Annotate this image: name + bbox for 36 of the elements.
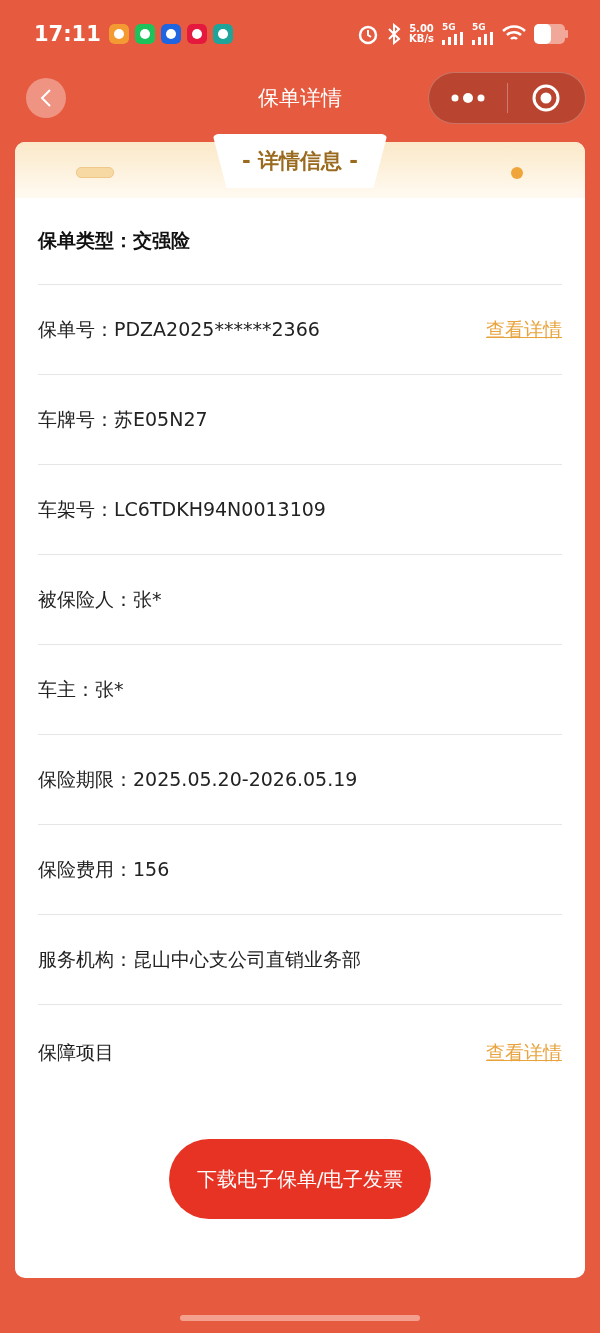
detail-text: 车主：张*	[38, 676, 124, 702]
back-button[interactable]	[26, 78, 66, 118]
battery-icon	[534, 24, 568, 44]
policy-type: 保单类型：交强险	[38, 228, 190, 253]
app-notification-icon	[134, 24, 155, 44]
network-speed: 5.00	[409, 24, 434, 34]
banner-title: - 详情信息 -	[241, 148, 359, 175]
detail-text: 保险期限：2025.05.20-2026.05.19	[38, 766, 358, 792]
signal-icon	[442, 32, 464, 45]
app-notification-icon	[186, 24, 207, 44]
bluetooth-icon	[387, 23, 401, 45]
app-notification-icon	[212, 24, 233, 44]
target-icon	[531, 83, 562, 113]
network-type: 5G	[442, 23, 457, 32]
page-title: 保单详情	[258, 86, 342, 110]
app-notification-icon	[108, 24, 129, 44]
app-notification-icon	[160, 24, 181, 44]
detail-text: 被保险人：张*	[38, 586, 162, 612]
detail-text: 保单号：PDZA2025******2366	[38, 316, 320, 342]
alarm-icon	[357, 23, 379, 45]
detail-text: 车牌号：苏E05N27	[38, 406, 208, 432]
network-type: 5G	[472, 23, 487, 32]
detail-text: 服务机构：昆山中心支公司直销业务部	[38, 946, 361, 972]
pill-decoration	[76, 167, 114, 178]
download-button[interactable]: 下载电子保单/电子发票	[169, 1139, 431, 1219]
detail-text: 保险费用：156	[38, 856, 170, 882]
dot-decoration	[511, 167, 523, 179]
signal-icon	[472, 32, 494, 45]
view-details-link[interactable]: 查看详情	[486, 316, 562, 343]
detail-text: 保障项目	[38, 1040, 114, 1065]
view-details-link[interactable]: 查看详情	[486, 1040, 562, 1066]
back-icon	[40, 88, 52, 108]
speed-unit: KB/s	[409, 34, 434, 44]
status-time: 17:11	[34, 22, 101, 46]
more-icon	[449, 92, 486, 104]
detail-text: 车架号：LC6TDKH94N0013109	[38, 496, 326, 522]
